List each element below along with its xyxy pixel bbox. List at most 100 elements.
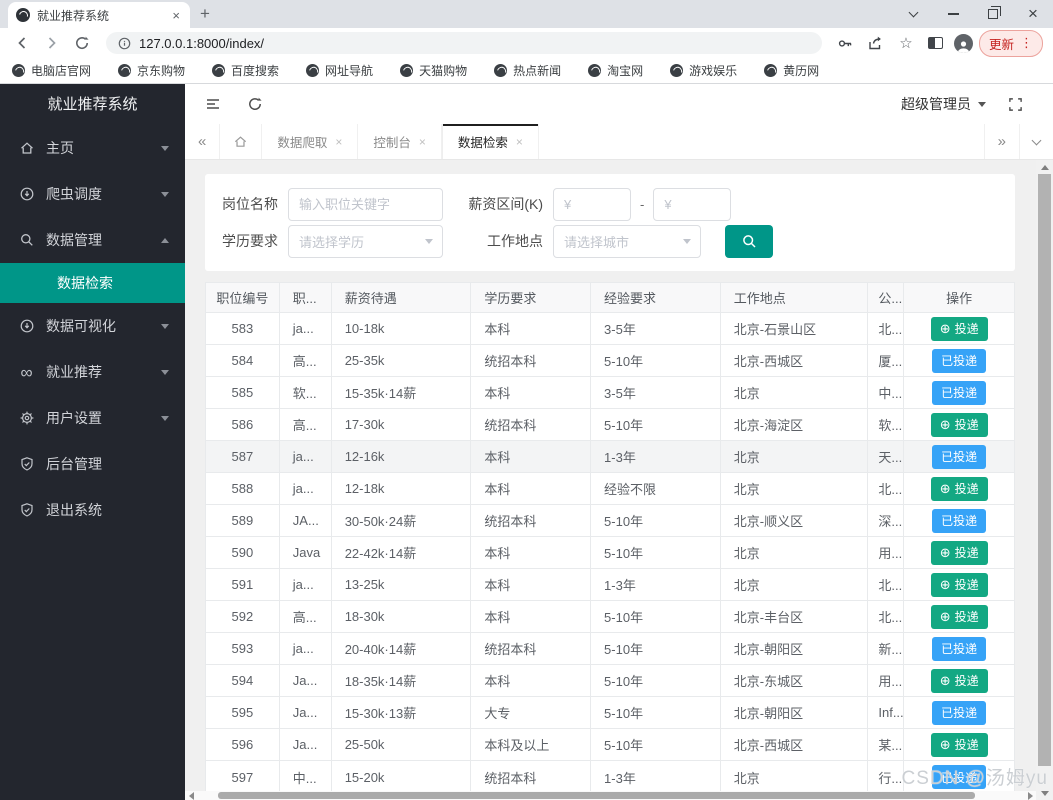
apply-button[interactable]: 投递 <box>930 412 988 437</box>
bookmark-favicon <box>118 64 132 77</box>
bookmark-item[interactable]: 黄历网 <box>764 62 819 79</box>
bookmark-item[interactable]: 百度搜索 <box>212 62 279 79</box>
restore-button[interactable] <box>973 0 1013 28</box>
cell-job-title: ja... <box>279 569 332 601</box>
scroll-up-arrow-icon[interactable] <box>1036 160 1053 174</box>
bookmark-item[interactable]: 电脑店官网 <box>12 62 91 79</box>
chevron-down-icon <box>161 415 169 421</box>
circle-plus-icon <box>940 418 951 432</box>
sidebar-item-logout[interactable]: 退出系统 <box>0 487 185 533</box>
bookmark-item[interactable]: 热点新闻 <box>494 62 561 79</box>
chrome-update-button[interactable]: 更新 <box>978 29 1043 57</box>
sidebar-item-home[interactable]: 主页 <box>0 125 185 171</box>
back-icon[interactable] <box>10 31 34 55</box>
tabs-scroll-right-icon[interactable] <box>983 124 1019 159</box>
search-button[interactable] <box>725 224 773 258</box>
cell-location: 北京 <box>720 537 869 569</box>
apply-button-label: 投递 <box>954 418 979 432</box>
tab-console[interactable]: 控制台 <box>358 124 442 159</box>
apply-button-label: 投递 <box>954 610 979 624</box>
salary-min-input[interactable] <box>553 187 631 221</box>
apply-button[interactable]: 投递 <box>930 668 988 693</box>
tabs-menu-chevron-icon[interactable] <box>1019 124 1053 159</box>
horizontal-scrollbar[interactable] <box>185 791 1036 800</box>
scroll-down-arrow-icon[interactable] <box>1036 786 1053 800</box>
vertical-scrollbar[interactable] <box>1036 160 1053 800</box>
sidebar-item-admin[interactable]: 后台管理 <box>0 441 185 487</box>
salary-max-input[interactable] <box>653 187 732 221</box>
table-row: 590 Java 22-42k·14薪 本科 5-10年 北京 用... 投递 <box>206 537 1014 569</box>
collapse-menu-icon[interactable] <box>205 96 221 112</box>
sidebar-item-data-search[interactable]: 数据检索 <box>0 263 185 303</box>
user-menu[interactable]: 超级管理员 <box>901 94 986 114</box>
url-text: 127.0.0.1:8000/index/ <box>139 35 265 51</box>
apply-button[interactable]: 投递 <box>930 732 988 757</box>
cell-education: 本科 <box>471 441 592 473</box>
cell-experience: 5-10年 <box>591 409 721 441</box>
bookmark-item[interactable]: 网址导航 <box>306 62 373 79</box>
forward-icon[interactable] <box>40 31 64 55</box>
share-icon[interactable] <box>864 31 888 55</box>
sidebar-item-label: 数据管理 <box>46 232 102 248</box>
minimize-button[interactable] <box>933 0 973 28</box>
cell-education: 大专 <box>471 697 592 729</box>
apply-button[interactable]: 已投递 <box>932 348 987 373</box>
vertical-scrollbar-thumb[interactable] <box>1038 174 1051 766</box>
info-icon[interactable] <box>118 37 131 50</box>
browser-menu-icon[interactable] <box>1020 35 1033 51</box>
bookmark-item[interactable]: 京东购物 <box>118 62 185 79</box>
address-bar[interactable]: 127.0.0.1:8000/index/ <box>106 32 822 54</box>
apply-button[interactable]: 已投递 <box>932 700 987 725</box>
profile-avatar[interactable] <box>953 33 973 53</box>
sidebar-item-job-recommend[interactable]: 就业推荐 <box>0 349 185 395</box>
education-select[interactable]: 请选择学历 <box>288 224 443 258</box>
refresh-icon[interactable] <box>247 96 263 112</box>
cell-education: 本科 <box>471 537 592 569</box>
apply-button[interactable]: 已投递 <box>932 444 987 469</box>
home-tab-icon[interactable] <box>220 124 263 159</box>
password-key-icon[interactable] <box>834 31 858 55</box>
tab-close-icon[interactable] <box>516 135 523 149</box>
apply-button[interactable]: 已投递 <box>932 508 987 533</box>
sidebar-item-label: 数据可视化 <box>46 318 116 334</box>
apply-button[interactable]: 已投递 <box>932 636 987 661</box>
tab-close-icon[interactable] <box>170 9 182 22</box>
sidebar-item-user-settings[interactable]: 用户设置 <box>0 395 185 441</box>
cell-action: 投递 <box>904 729 1014 761</box>
bookmark-item[interactable]: 游戏娱乐 <box>670 62 737 79</box>
city-select[interactable]: 请选择城市 <box>553 224 701 258</box>
tab-search-chevron-icon[interactable] <box>893 0 933 28</box>
fullscreen-icon[interactable] <box>1008 97 1023 112</box>
tabs-scroll-left-icon[interactable] <box>185 124 221 159</box>
table-row: 593 ja... 20-40k·14薪 统招本科 5-10年 北京-朝阳区 新… <box>206 633 1014 665</box>
tab-close-icon[interactable] <box>419 135 426 149</box>
jobs-table: 职位编号 职... 薪资待遇 学历要求 经验要求 工作地点 公... 操作 58… <box>205 282 1015 794</box>
bookmark-item[interactable]: 天猫购物 <box>400 62 467 79</box>
cell-experience: 5-10年 <box>591 601 721 633</box>
apply-button[interactable]: 投递 <box>930 476 988 501</box>
close-window-button[interactable] <box>1013 0 1053 28</box>
new-tab-button[interactable] <box>200 4 210 24</box>
browser-tab[interactable]: 就业推荐系统 <box>8 2 190 28</box>
scroll-right-arrow-icon[interactable] <box>1024 791 1036 800</box>
side-panel-icon[interactable] <box>924 31 948 55</box>
sidebar-item-data-visualization[interactable]: 数据可视化 <box>0 303 185 349</box>
apply-button[interactable]: 投递 <box>930 572 988 597</box>
tab-data-search[interactable]: 数据检索 <box>441 124 539 159</box>
sidebar-item-crawler-schedule[interactable]: 爬虫调度 <box>0 171 185 217</box>
bookmark-star-icon[interactable] <box>894 31 918 55</box>
scroll-left-arrow-icon[interactable] <box>185 791 197 800</box>
tab-close-icon[interactable] <box>335 135 342 149</box>
apply-button[interactable]: 投递 <box>930 540 988 565</box>
apply-button[interactable]: 投递 <box>930 316 988 341</box>
sidebar-item-data-management[interactable]: 数据管理 <box>0 217 185 263</box>
apply-button[interactable]: 已投递 <box>932 765 987 789</box>
apply-button[interactable]: 已投递 <box>932 380 987 405</box>
reload-icon[interactable] <box>70 31 94 55</box>
job-keyword-input[interactable] <box>288 187 443 221</box>
apply-button[interactable]: 投递 <box>930 604 988 629</box>
magnifier-icon <box>742 234 756 248</box>
tab-data-crawl[interactable]: 数据爬取 <box>262 124 359 159</box>
horizontal-scrollbar-thumb[interactable] <box>218 792 975 799</box>
bookmark-item[interactable]: 淘宝网 <box>588 62 643 79</box>
